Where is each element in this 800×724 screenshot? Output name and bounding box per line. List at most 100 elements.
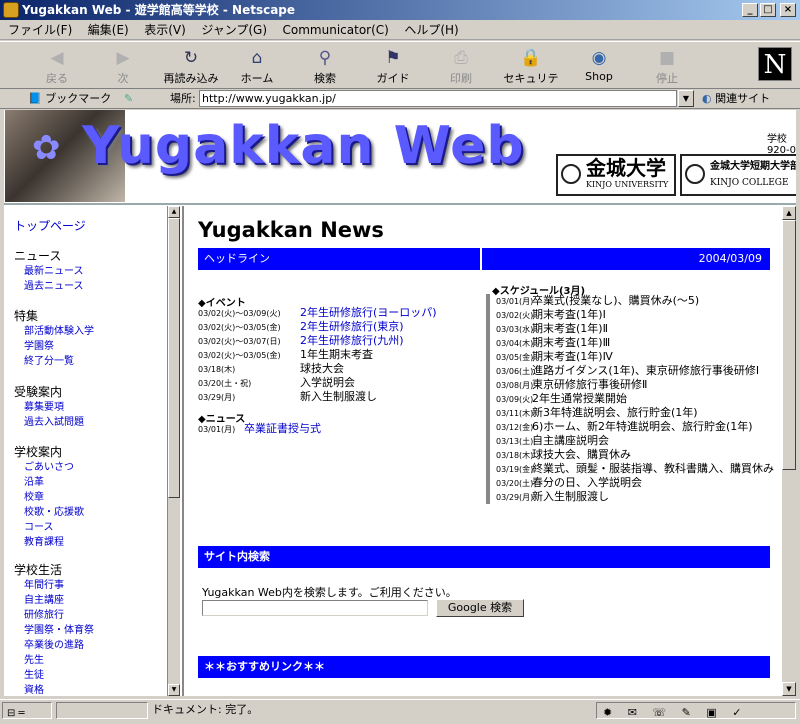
- sidebar-item[interactable]: 生徒: [24, 669, 44, 683]
- sidebar-item[interactable]: 研修旅行: [24, 609, 64, 623]
- sidebar-scrollbar[interactable]: ▲ ▼: [168, 206, 180, 696]
- bookmarks-button[interactable]: 📘 ブックマーク: [28, 89, 111, 109]
- schedule-row: 03/06(土)進路ガイダンス(1年)、東京研修旅行事後研修Ⅰ: [496, 364, 760, 377]
- sidebar-item[interactable]: 過去ニュース: [24, 280, 84, 294]
- schedule-row: 03/04(木)期末考査(1年)Ⅲ: [496, 336, 611, 349]
- sidebar-item[interactable]: 校歌・応援歌: [24, 506, 84, 520]
- scroll-thumb[interactable]: [782, 220, 796, 470]
- progress-meter: [56, 702, 148, 719]
- schedule-row: 03/29(月)新入生制服渡し: [496, 490, 609, 503]
- reload-button[interactable]: ↻ 再読み込み: [160, 46, 222, 86]
- sidebar-item[interactable]: ごあいさつ: [24, 461, 74, 475]
- schedule-row: 03/08(月)東京研修旅行事後研修Ⅱ: [496, 378, 648, 391]
- shop-button[interactable]: ◉ Shop: [568, 46, 630, 86]
- sidebar-item[interactable]: 自主講座: [24, 594, 64, 608]
- news-link[interactable]: 卒業証書授与式: [244, 422, 321, 435]
- url-dropdown-button[interactable]: ▼: [678, 90, 694, 107]
- school-emblem-icon: ✿: [32, 128, 61, 168]
- page-proxy-icon[interactable]: ✎: [124, 89, 133, 109]
- sidebar-top-link[interactable]: トップページ: [14, 218, 86, 234]
- print-button[interactable]: ⎙ 印刷: [430, 46, 492, 86]
- kinjo-college-link[interactable]: 金城大学短期大学部 KINJO COLLEGE: [680, 154, 796, 196]
- sidebar-item[interactable]: 資格: [24, 684, 44, 696]
- maximize-button[interactable]: □: [760, 3, 776, 17]
- site-search-bar: サイト内検索: [198, 546, 770, 568]
- location-bar: 📘 ブックマーク ✎ 場所: http://www.yugakkan.jp/ ▼…: [0, 89, 800, 109]
- search-button[interactable]: ⚲ 検索: [294, 46, 356, 86]
- navigation-toolbar: ◀戻る ▶次 ↻再読み込み ⌂ホーム ⚲検索 ⚑ガイド ⎙印刷 🔒セキュリティ …: [0, 41, 800, 101]
- site-logo[interactable]: Yugakkan Web: [82, 116, 525, 176]
- sidebar-item[interactable]: 募集要項: [24, 401, 64, 415]
- security-lock-icon: 🔒: [520, 48, 542, 68]
- headline-date: 2004/03/09: [482, 248, 770, 270]
- lock-status-icon: ⊟ ═: [7, 708, 25, 719]
- sidebar-item[interactable]: 沿革: [24, 476, 44, 490]
- headline-bar: ヘッドライン: [198, 248, 480, 270]
- scroll-thumb[interactable]: [168, 218, 180, 498]
- close-button[interactable]: ×: [780, 3, 796, 17]
- search-description: Yugakkan Web内を検索します。ご利用ください。: [202, 586, 457, 599]
- kinjo-university-link[interactable]: 金城大学 KINJO UNIVERSITY: [556, 154, 676, 196]
- event-row: 03/02(火)～03/05(金) 2年生研修旅行(東京): [198, 320, 404, 333]
- schedule-row: 03/19(金)終業式、頭髪・服装指導、教科書購入、購買休み: [496, 462, 774, 475]
- sidebar-item[interactable]: 最新ニュース: [24, 265, 84, 279]
- event-link[interactable]: 2年生研修旅行(九州): [300, 334, 404, 347]
- sidebar-item[interactable]: 年間行事: [24, 579, 64, 593]
- netscape-logo: N: [758, 47, 792, 81]
- menu-go[interactable]: ジャンプ(G): [201, 23, 267, 37]
- home-button[interactable]: ⌂ ホーム: [226, 46, 288, 86]
- back-button[interactable]: ◀ 戻る: [26, 46, 88, 86]
- menu-view[interactable]: 表示(V): [144, 23, 186, 37]
- news-row: 03/01(月) 卒業証書授与式: [198, 422, 321, 435]
- scroll-up-arrow-icon[interactable]: ▲: [168, 206, 180, 218]
- guide-button[interactable]: ⚑ ガイド: [362, 46, 424, 86]
- menu-file[interactable]: ファイル(F): [8, 23, 72, 37]
- sidebar-item[interactable]: 終了分一覧: [24, 355, 74, 369]
- guide-icon: ⚑: [385, 48, 401, 68]
- sidebar-item[interactable]: 教育課程: [24, 536, 64, 550]
- sidebar-item[interactable]: 学園祭: [24, 340, 54, 354]
- sidebar-item[interactable]: 校章: [24, 491, 44, 505]
- related-sites-button[interactable]: ◐ 関連サイト: [702, 89, 770, 109]
- google-search-button[interactable]: Google 検索: [436, 599, 524, 617]
- menu-help[interactable]: ヘルプ(H): [404, 23, 458, 37]
- url-field[interactable]: http://www.yugakkan.jp/: [199, 90, 677, 107]
- event-link[interactable]: 2年生研修旅行(東京): [300, 320, 404, 333]
- sidebar-item[interactable]: 先生: [24, 654, 44, 668]
- kinjo-emblem-icon: [561, 164, 581, 184]
- menu-edit[interactable]: 編集(E): [88, 23, 129, 37]
- sidebar-item[interactable]: 過去入試問題: [24, 416, 84, 430]
- sidebar-item[interactable]: 部活動体験入学: [24, 325, 94, 339]
- reload-icon: ↻: [183, 48, 199, 68]
- component-icons[interactable]: ✹ ✉ ☏ ✎ ▣ ✓: [597, 706, 748, 719]
- event-row: 03/18(木) 球技大会: [198, 362, 344, 375]
- menu-communicator[interactable]: Communicator(C): [283, 23, 389, 37]
- main-scrollbar[interactable]: ▲ ▼: [782, 206, 796, 696]
- schedule-row: 03/12(金)6)ホーム、新2年特進説明会、旅行貯金(1年): [496, 420, 753, 433]
- sidebar-nav: トップページ ニュース 最新ニュース 過去ニュース 特集 部活動体験入学 学園祭…: [4, 206, 168, 696]
- security-button[interactable]: 🔒セキュリティ: [500, 46, 562, 101]
- school-address: 学校 920-0: [766, 134, 796, 156]
- sidebar-item[interactable]: コース: [24, 521, 54, 535]
- minimize-button[interactable]: _: [742, 3, 758, 17]
- window-title: Yugakkan Web - 遊学館高等学校 - Netscape: [22, 3, 296, 17]
- bookmark-icon: 📘: [28, 92, 42, 105]
- search-icon: ⚲: [318, 48, 332, 68]
- sidebar-item[interactable]: 卒業後の進路: [24, 639, 84, 653]
- event-row: 03/20(土・祝) 入学説明会: [198, 376, 355, 389]
- page-content: ✿ Yugakkan Web 金城大学 KINJO UNIVERSITY 金城大…: [4, 110, 796, 696]
- main-frame: Yugakkan News ヘッドライン 2004/03/09 ◆イベント 03…: [182, 206, 782, 696]
- scroll-down-arrow-icon[interactable]: ▼: [168, 684, 180, 696]
- status-bar: ⊟ ═ ドキュメント: 完了。 ✹ ✉ ☏ ✎ ▣ ✓: [0, 699, 800, 720]
- scroll-down-arrow-icon[interactable]: ▼: [782, 682, 796, 696]
- shop-icon: ◉: [591, 48, 607, 68]
- event-link[interactable]: 2年生研修旅行(ヨーロッパ): [300, 306, 437, 319]
- sidebar-item[interactable]: 学園祭・体育祭: [24, 624, 94, 638]
- sidebar-head-news: ニュース: [14, 249, 62, 263]
- forward-arrow-icon: ▶: [116, 48, 130, 68]
- home-icon: ⌂: [251, 48, 263, 68]
- forward-button[interactable]: ▶ 次: [92, 46, 154, 86]
- search-input[interactable]: [202, 600, 428, 616]
- scroll-up-arrow-icon[interactable]: ▲: [782, 206, 796, 220]
- stop-button[interactable]: ■ 停止: [636, 46, 698, 86]
